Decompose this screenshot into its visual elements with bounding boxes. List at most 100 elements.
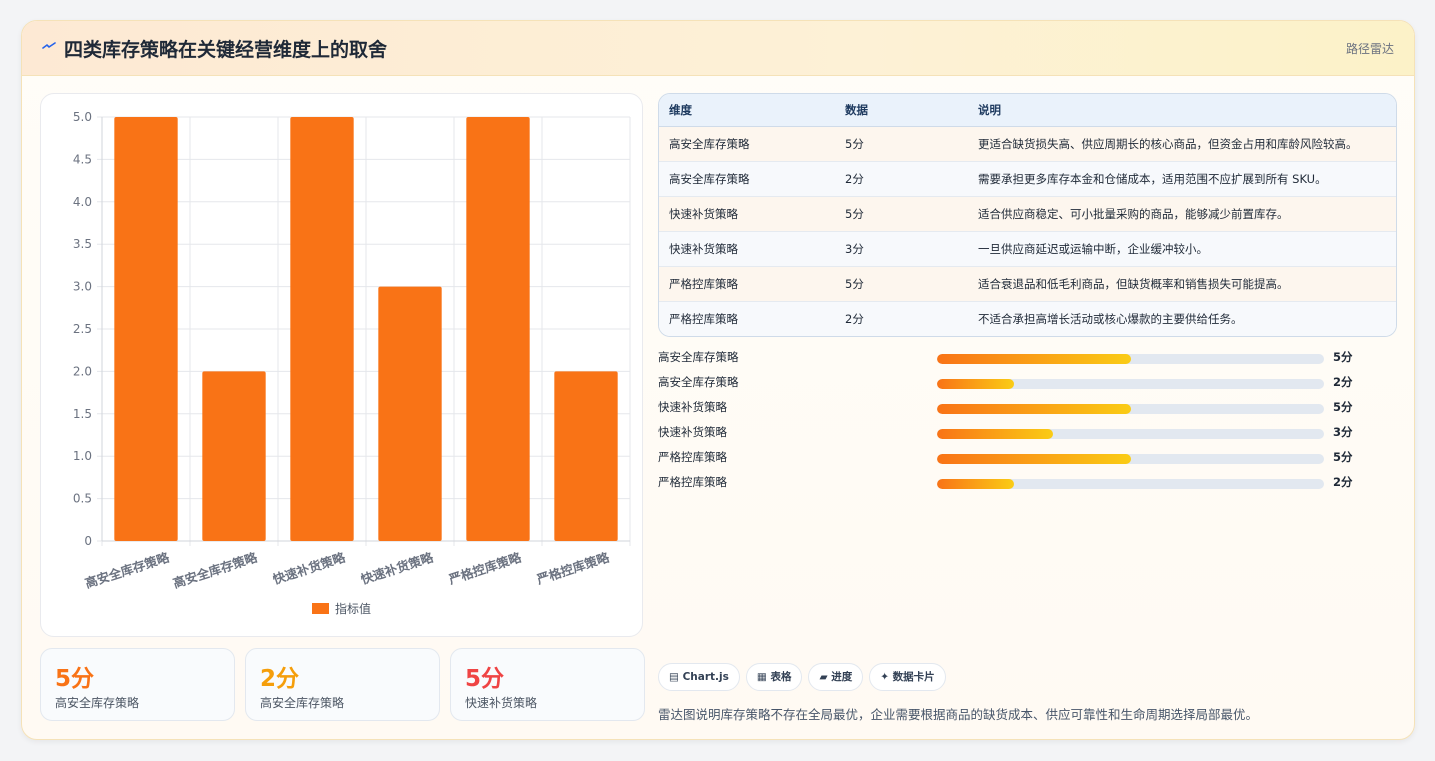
data-table: 维度 数据 说明 高安全库存策略 5分 更适合缺货损失高、供应周期长的核心商品，… (658, 93, 1397, 337)
legend-swatch (312, 603, 329, 614)
progress-value: 5分 (1333, 450, 1353, 464)
progress-value: 5分 (1333, 400, 1353, 414)
x-tick-label: 快速补货策略 (359, 549, 435, 587)
y-tick-label: 0.5 (73, 492, 92, 506)
y-tick-label: 3.5 (73, 237, 92, 251)
table-cell: 快速补货策略 (659, 196, 835, 232)
stat-label: 高安全库存策略 (55, 696, 140, 710)
table-row: 高安全库存策略 2分 需要承担更多库存本金和仓储成本，适用范围不应扩展到所有 S… (659, 161, 1396, 197)
progress-label: 高安全库存策略 (658, 350, 739, 364)
stat-value: 2分 (260, 666, 300, 692)
table-cell: 需要承担更多库存本金和仓储成本，适用范围不应扩展到所有 SKU。 (968, 161, 1396, 197)
lightning-icon (42, 42, 56, 49)
table-cell: 适合供应商稳定、可小批量采购的商品，能够减少前置库存。 (968, 196, 1396, 232)
legend-label: 指标值 (335, 601, 371, 616)
chip-table[interactable]: ▦ 表格 (745, 663, 803, 691)
chip-chartjs[interactable]: ▤ Chart.js (658, 663, 740, 691)
table-cell: 快速补货策略 (659, 231, 835, 267)
card-header: 四类库存策略在关键经营维度上的取舍 路径雷达 (22, 21, 1414, 76)
progress-fill (937, 479, 1015, 489)
table-row: 严格控库策略 5分 适合衰退品和低毛利商品，但缺货概率和销售损失可能提高。 (659, 266, 1396, 302)
progress-track (937, 379, 1324, 389)
table-row: 严格控库策略 2分 不适合承担高增长活动或核心爆款的主要供给任务。 (659, 301, 1396, 336)
progress-value: 3分 (1333, 425, 1353, 439)
table-row: 高安全库存策略 5分 更适合缺货损失高、供应周期长的核心商品，但资金占用和库龄风… (659, 126, 1396, 162)
y-tick-label: 4.5 (73, 152, 92, 166)
progress-track (937, 429, 1324, 439)
bar (378, 286, 442, 541)
table-cell: 一旦供应商延迟或运输中断，企业缓冲较小。 (968, 231, 1396, 267)
x-tick-label: 严格控库策略 (446, 549, 523, 587)
table-cell: 高安全库存策略 (659, 161, 835, 197)
bar (290, 117, 354, 541)
table-cell: 5分 (835, 196, 968, 232)
bar (554, 371, 618, 541)
progress-value: 5分 (1333, 350, 1353, 364)
bar-chart-panel: 0 0.5 1.0 1.5 2.0 2.5 3.0 3.5 4.0 4.5 5.0 高安全库存策略 高安… (40, 93, 643, 637)
header-tag: 路径雷达 (1345, 42, 1394, 56)
table-header-cell: 维度 (659, 94, 835, 127)
progress-label: 严格控库策略 (658, 450, 727, 464)
y-tick-label: 4.0 (73, 195, 92, 209)
progress-value: 2分 (1333, 475, 1353, 489)
progress-row: 快速补货策略 5分 (658, 396, 1395, 421)
y-tick-label: 5.0 (73, 110, 92, 124)
stat-card: 5分 快速补货策略 (450, 648, 645, 721)
y-tick-label: 1.5 (73, 407, 92, 421)
progress-value: 2分 (1333, 375, 1353, 389)
stat-value: 5分 (55, 666, 95, 692)
stat-card: 2分 高安全库存策略 (245, 648, 440, 721)
x-tick-label: 严格控库策略 (534, 549, 611, 587)
progress-row: 高安全库存策略 5分 (658, 346, 1395, 371)
progress-label: 快速补货策略 (658, 425, 727, 439)
progress-fill (937, 429, 1054, 439)
table-cell: 高安全库存策略 (659, 126, 835, 162)
progress-row: 高安全库存策略 2分 (658, 371, 1395, 396)
stat-value: 5分 (465, 666, 505, 692)
progress-track (937, 354, 1324, 364)
table-header-cell: 数据 (835, 94, 968, 127)
y-tick-label: 2.5 (73, 322, 92, 336)
progress-label: 高安全库存策略 (658, 375, 739, 389)
summary-note: 雷达图说明库存策略不存在全局最优，企业需要根据商品的缺货成本、供应可靠性和生命周… (658, 707, 1259, 722)
stat-label: 快速补货策略 (465, 696, 538, 710)
progress-fill (937, 379, 1015, 389)
table-cell: 2分 (835, 301, 968, 336)
progress-track (937, 479, 1324, 489)
bar (202, 371, 266, 541)
progress-list: 高安全库存策略 5分 高安全库存策略 2分 快速补货策略 5分 快速补货策略 3… (658, 346, 1395, 496)
tech-chips: ▤ Chart.js ▦ 表格 ▰ 进度 ✦ 数据卡片 (658, 663, 952, 691)
chip-progress[interactable]: ▰ 进度 (808, 663, 864, 691)
chip-data-cards[interactable]: ✦ 数据卡片 (869, 663, 946, 691)
main-card: 四类库存策略在关键经营维度上的取舍 路径雷达 0 0.5 1.0 1.5 2.0 2.5 3… (21, 20, 1415, 740)
x-tick-label: 高安全库存策略 (83, 549, 171, 590)
y-tick-label: 3.0 (73, 280, 92, 294)
progress-track (937, 454, 1324, 464)
page-title: 四类库存策略在关键经营维度上的取舍 (64, 39, 388, 61)
progress-label: 快速补货策略 (658, 400, 727, 414)
table-row: 快速补货策略 3分 一旦供应商延迟或运输中断，企业缓冲较小。 (659, 231, 1396, 267)
stat-label: 高安全库存策略 (260, 696, 345, 710)
progress-row: 严格控库策略 5分 (658, 446, 1395, 471)
y-tick-label: 2.0 (73, 364, 92, 378)
bar (114, 117, 178, 541)
table-cell: 不适合承担高增长活动或核心爆款的主要供给任务。 (968, 301, 1396, 336)
table-header-cell: 说明 (968, 94, 1396, 127)
progress-fill (937, 354, 1131, 364)
progress-track (937, 404, 1324, 414)
table-cell: 3分 (835, 231, 968, 267)
table-header-row: 维度 数据 说明 (659, 94, 1396, 127)
table-cell: 5分 (835, 266, 968, 302)
table-cell: 适合衰退品和低毛利商品，但缺货概率和销售损失可能提高。 (968, 266, 1396, 302)
progress-fill (937, 454, 1131, 464)
progress-label: 严格控库策略 (658, 475, 727, 489)
table-cell: 严格控库策略 (659, 301, 835, 336)
table-cell: 5分 (835, 126, 968, 162)
table-cell: 严格控库策略 (659, 266, 835, 302)
bar-chart: 0 0.5 1.0 1.5 2.0 2.5 3.0 3.5 4.0 4.5 5.0 高安全库存策略 高安… (73, 110, 631, 616)
progress-row: 快速补货策略 3分 (658, 421, 1395, 446)
x-tick-label: 高安全库存策略 (171, 549, 259, 590)
y-tick-label: 1.0 (73, 449, 92, 463)
progress-row: 严格控库策略 2分 (658, 471, 1395, 496)
table-cell: 更适合缺货损失高、供应周期长的核心商品，但资金占用和库龄风险较高。 (968, 126, 1396, 162)
